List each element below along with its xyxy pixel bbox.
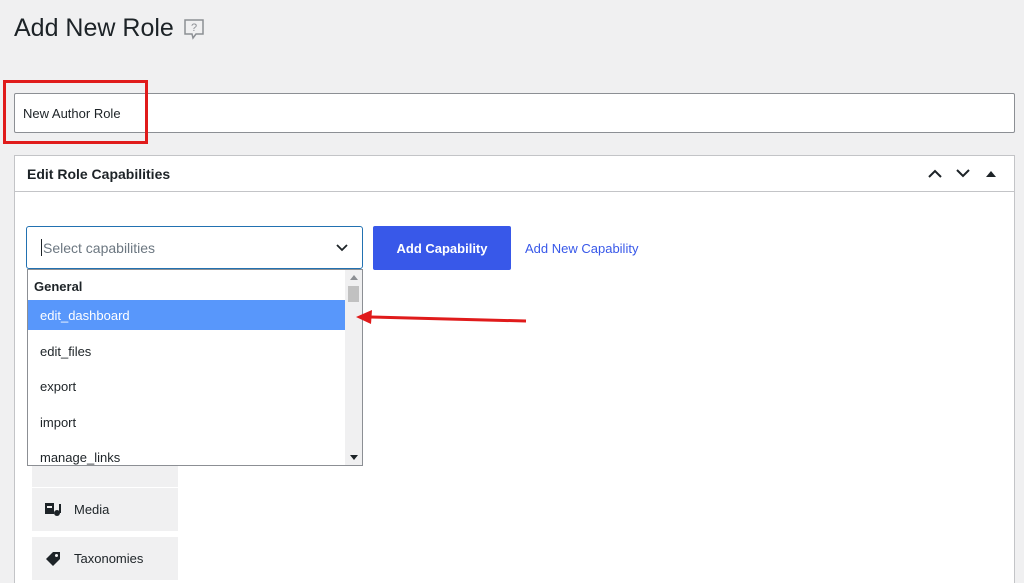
sidebar-item-label: Taxonomies: [74, 551, 144, 566]
chevron-down-icon[interactable]: [952, 163, 974, 185]
media-icon: [44, 501, 62, 519]
help-speech-bubble-icon[interactable]: ?: [182, 17, 206, 41]
text-caret: [41, 239, 42, 256]
chevron-up-icon[interactable]: [924, 163, 946, 185]
add-new-capability-link[interactable]: Add New Capability: [525, 241, 638, 256]
dropdown-option-export[interactable]: export: [28, 371, 346, 401]
panel-handle-actions: [924, 163, 1002, 185]
dropdown-option-edit-dashboard[interactable]: edit_dashboard: [28, 300, 346, 330]
add-capability-button[interactable]: Add Capability: [373, 226, 511, 270]
scroll-up-arrow-icon[interactable]: [345, 270, 362, 285]
chevron-down-icon[interactable]: [336, 239, 348, 257]
triangle-up-icon[interactable]: [980, 163, 1002, 185]
capabilities-placeholder: Select capabilities: [43, 239, 156, 256]
scroll-down-arrow-icon[interactable]: [345, 450, 362, 465]
capabilities-dropdown[interactable]: General edit_dashboard edit_files export…: [27, 269, 363, 466]
role-name-input[interactable]: [14, 93, 1015, 133]
sidebar-item-media[interactable]: Media: [32, 488, 178, 531]
page-title-row: Add New Role ?: [14, 14, 206, 43]
dropdown-scrollbar[interactable]: [345, 270, 362, 465]
capabilities-select[interactable]: Select capabilities: [26, 226, 363, 269]
page-title: Add New Role: [14, 14, 174, 42]
svg-text:?: ?: [191, 22, 197, 34]
dropdown-option-edit-files[interactable]: edit_files: [28, 336, 346, 366]
sidebar-item-label: Media: [74, 502, 110, 517]
dropdown-option-manage-links[interactable]: manage_links: [28, 442, 346, 465]
panel-title: Edit Role Capabilities: [27, 165, 171, 182]
tag-icon: [44, 550, 62, 568]
dropdown-option-import[interactable]: import: [28, 407, 346, 437]
dropdown-group-label: General: [34, 279, 83, 294]
panel-header: Edit Role Capabilities: [15, 156, 1014, 192]
scroll-thumb[interactable]: [348, 286, 359, 302]
sidebar-item-taxonomies[interactable]: Taxonomies: [32, 537, 178, 580]
